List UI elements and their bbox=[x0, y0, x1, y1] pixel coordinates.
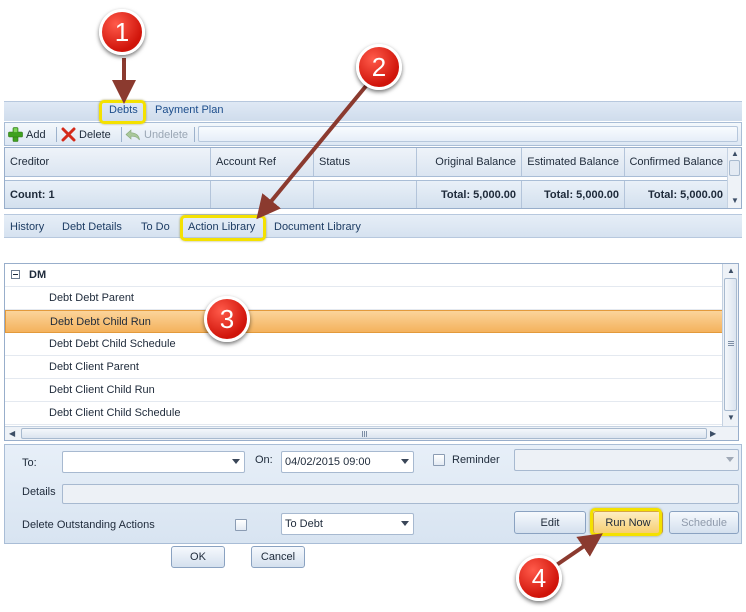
action-list-vertical-scrollbar[interactable]: ▲ ▼ bbox=[722, 264, 738, 426]
scroll-right-icon[interactable]: ▶ bbox=[710, 429, 716, 438]
scroll-thumb[interactable] bbox=[724, 278, 737, 411]
column-header-status[interactable]: Status bbox=[314, 148, 417, 176]
list-item[interactable]: Debt Client Parent bbox=[5, 356, 723, 379]
to-label: To: bbox=[22, 457, 37, 469]
scroll-left-icon[interactable]: ◀ bbox=[9, 429, 15, 438]
footer-total-original: Total: 5,000.00 bbox=[417, 181, 522, 208]
list-item[interactable]: Debt Client Child Run bbox=[5, 379, 723, 402]
to-dropdown[interactable] bbox=[62, 451, 245, 473]
ok-button[interactable]: OK bbox=[171, 546, 225, 568]
undelete-button-label: Undelete bbox=[144, 128, 189, 141]
list-item-selected[interactable]: Debt Debt Child Run bbox=[5, 310, 723, 333]
delete-outstanding-checkbox[interactable] bbox=[235, 519, 247, 531]
reminder-label: Reminder bbox=[452, 454, 500, 466]
footer-empty bbox=[211, 181, 314, 208]
scroll-up-icon[interactable]: ▲ bbox=[731, 149, 739, 158]
tab-history[interactable]: History bbox=[10, 221, 44, 233]
footer-total-confirmed: Total: 5,000.00 bbox=[648, 188, 723, 201]
list-item[interactable]: Debt Debt Child Schedule bbox=[5, 333, 723, 356]
highlight-debts-tab bbox=[99, 100, 146, 124]
reminder-checkbox[interactable] bbox=[433, 454, 445, 466]
scroll-thumb[interactable] bbox=[729, 160, 740, 176]
debts-grid-scrollbar[interactable]: ▲ ▼ bbox=[727, 148, 741, 208]
toolbar-separator bbox=[56, 127, 57, 142]
callout-1: 1 bbox=[99, 9, 145, 55]
delete-button-label: Delete bbox=[79, 128, 111, 141]
list-item-label: Debt Debt Child Schedule bbox=[49, 338, 176, 350]
group-label: DM bbox=[29, 269, 47, 281]
add-button[interactable]: Add bbox=[8, 126, 46, 143]
schedule-button[interactable]: Schedule bbox=[669, 511, 739, 534]
group-row-dm[interactable]: DM bbox=[5, 264, 723, 287]
scroll-up-icon[interactable]: ▲ bbox=[727, 266, 735, 275]
target-dropdown[interactable]: To Debt bbox=[281, 513, 414, 535]
debts-grid-footer: Count: 1 Total: 5,000.00 Total: 5,000.00… bbox=[5, 180, 728, 208]
chevron-down-icon bbox=[232, 459, 240, 464]
add-button-label: Add bbox=[26, 128, 46, 141]
list-item-label: Debt Client Child Run bbox=[49, 384, 155, 396]
tab-document-library[interactable]: Document Library bbox=[274, 221, 361, 233]
plus-icon bbox=[8, 127, 23, 142]
list-item[interactable]: Debt Client Child Schedule bbox=[5, 402, 723, 425]
chevron-down-icon bbox=[726, 457, 734, 462]
footer-empty bbox=[314, 181, 417, 208]
debts-grid-header: Creditor Account Ref Status Original Bal… bbox=[5, 148, 728, 177]
toolbar-empty-area bbox=[198, 126, 738, 142]
debts-grid: Creditor Account Ref Status Original Bal… bbox=[4, 147, 742, 209]
debts-toolbar: Add Delete Undelete bbox=[4, 122, 742, 146]
list-item-label: Debt Debt Parent bbox=[49, 292, 134, 304]
tab-payment-plan[interactable]: Payment Plan bbox=[155, 104, 223, 116]
list-item-label: Debt Client Child Schedule bbox=[49, 407, 181, 419]
chevron-down-icon bbox=[401, 459, 409, 464]
footer-count: Count: 1 bbox=[5, 181, 211, 208]
on-date-value: 04/02/2015 09:00 bbox=[285, 456, 371, 468]
reminder-dropdown[interactable] bbox=[514, 449, 739, 471]
tab-to-do[interactable]: To Do bbox=[141, 221, 170, 233]
on-date-picker[interactable]: 04/02/2015 09:00 bbox=[281, 451, 414, 473]
callout-4: 4 bbox=[516, 555, 562, 601]
action-library-list: DM Debt Debt Parent Debt Debt Child Run … bbox=[4, 263, 739, 441]
detail-tab-strip: History Debt Details To Do Action Librar… bbox=[4, 214, 742, 238]
undo-arrow-icon bbox=[125, 128, 140, 140]
toolbar-separator bbox=[121, 127, 122, 142]
scroll-down-icon[interactable]: ▼ bbox=[731, 196, 739, 205]
highlight-action-library-tab bbox=[180, 215, 266, 241]
highlight-run-now-button bbox=[590, 508, 662, 536]
column-header-creditor[interactable]: Creditor bbox=[5, 148, 211, 176]
column-header-account-ref[interactable]: Account Ref bbox=[211, 148, 314, 176]
on-label: On: bbox=[255, 454, 273, 466]
toolbar-separator bbox=[194, 127, 195, 142]
chevron-down-icon bbox=[401, 521, 409, 526]
details-field[interactable] bbox=[62, 484, 739, 504]
list-item[interactable]: Debt Debt Parent bbox=[5, 287, 723, 310]
callout-2: 2 bbox=[356, 44, 402, 90]
undelete-button[interactable]: Undelete bbox=[125, 126, 188, 143]
column-header-estimated-balance[interactable]: Estimated Balance bbox=[522, 148, 625, 176]
delete-outstanding-label: Delete Outstanding Actions bbox=[22, 519, 155, 531]
scroll-down-icon[interactable]: ▼ bbox=[727, 413, 735, 422]
list-item-label: Debt Debt Child Run bbox=[50, 315, 151, 328]
footer-total-estimated: Total: 5,000.00 bbox=[522, 181, 625, 208]
cancel-button[interactable]: Cancel bbox=[251, 546, 305, 568]
collapse-minus-icon[interactable] bbox=[11, 270, 20, 279]
target-dropdown-value: To Debt bbox=[285, 518, 323, 530]
column-header-original-balance[interactable]: Original Balance bbox=[417, 148, 522, 176]
details-label: Details bbox=[22, 486, 56, 498]
delete-button[interactable]: Delete bbox=[61, 126, 111, 143]
edit-button[interactable]: Edit bbox=[514, 511, 586, 534]
column-header-confirmed-balance[interactable]: Confirmed Balance bbox=[625, 148, 728, 176]
list-item-label: Debt Client Parent bbox=[49, 361, 139, 373]
scroll-thumb[interactable] bbox=[21, 428, 707, 439]
action-list-horizontal-scrollbar[interactable]: ◀ ▶ bbox=[5, 426, 738, 440]
red-x-icon bbox=[61, 127, 76, 142]
action-list-body: DM Debt Debt Parent Debt Debt Child Run … bbox=[5, 264, 723, 426]
tab-debt-details[interactable]: Debt Details bbox=[62, 221, 122, 233]
callout-3: 3 bbox=[204, 296, 250, 342]
